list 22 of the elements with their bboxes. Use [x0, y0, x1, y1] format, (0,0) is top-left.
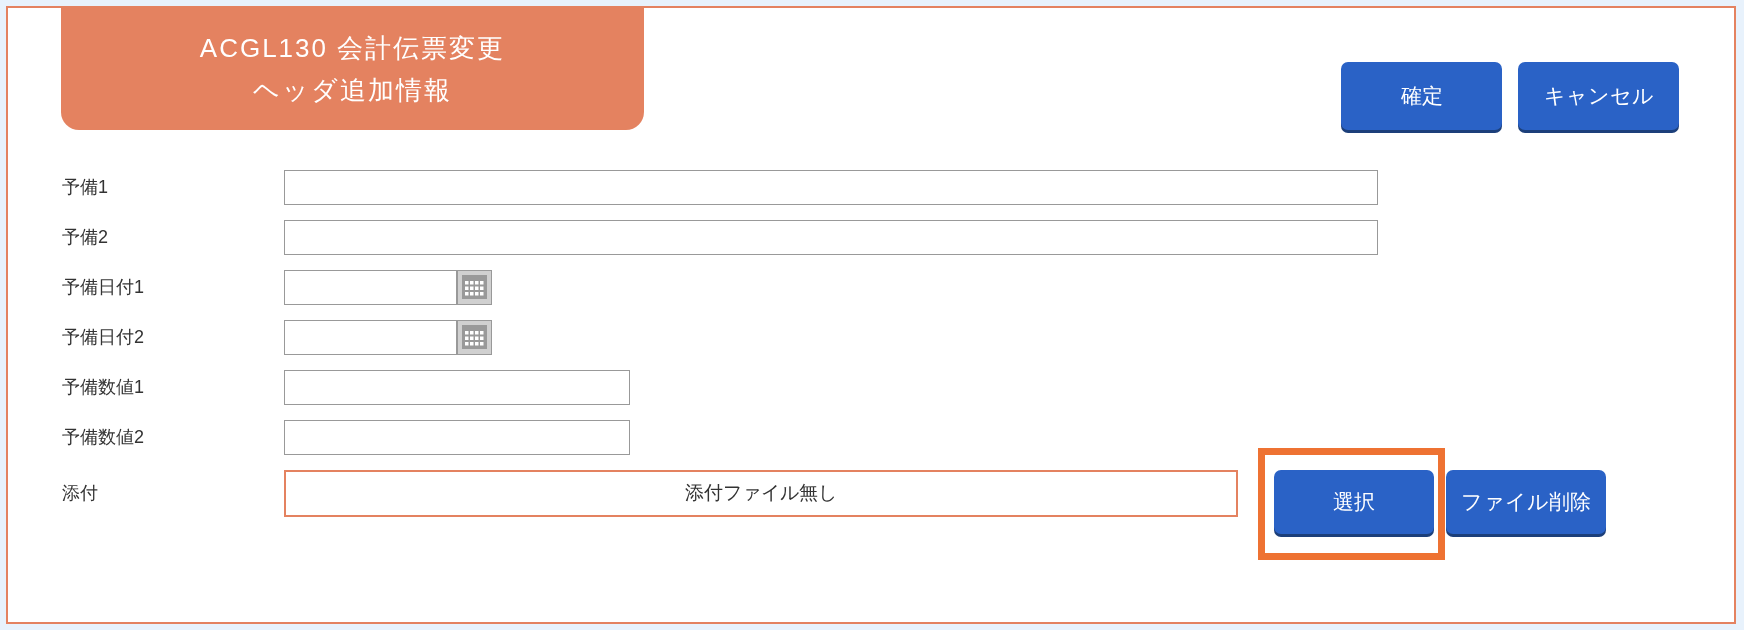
title-text: ACGL130 会計伝票変更 — [199, 32, 506, 65]
attachment-field: 添付ファイル無し — [284, 470, 1238, 517]
field-label: 予備数値1 — [61, 376, 145, 399]
delete-file-button[interactable]: ファイル削除 — [1446, 470, 1606, 534]
cancel-button[interactable]: キャンセル — [1518, 62, 1679, 130]
select-file-button[interactable]: 選択 — [1274, 470, 1434, 534]
confirm-button[interactable]: 確定 — [1341, 62, 1502, 130]
calendar-icon[interactable] — [457, 320, 492, 355]
field-label: 予備2 — [61, 226, 109, 249]
field-label: 予備日付2 — [61, 326, 145, 349]
field-label: 予備1 — [61, 176, 109, 199]
field-label: 予備日付1 — [61, 276, 145, 299]
input-field[interactable] — [284, 170, 1378, 205]
input-field[interactable] — [284, 220, 1378, 255]
calendar-icon[interactable] — [457, 270, 492, 305]
input-field[interactable] — [284, 370, 630, 405]
field-label: 予備数値2 — [61, 426, 145, 449]
input-field[interactable] — [284, 420, 630, 455]
field-label: 添付 — [61, 482, 99, 505]
subtitle-text: ヘッダ追加情報 — [253, 74, 452, 107]
input-field[interactable] — [284, 320, 457, 355]
input-field[interactable] — [284, 270, 457, 305]
